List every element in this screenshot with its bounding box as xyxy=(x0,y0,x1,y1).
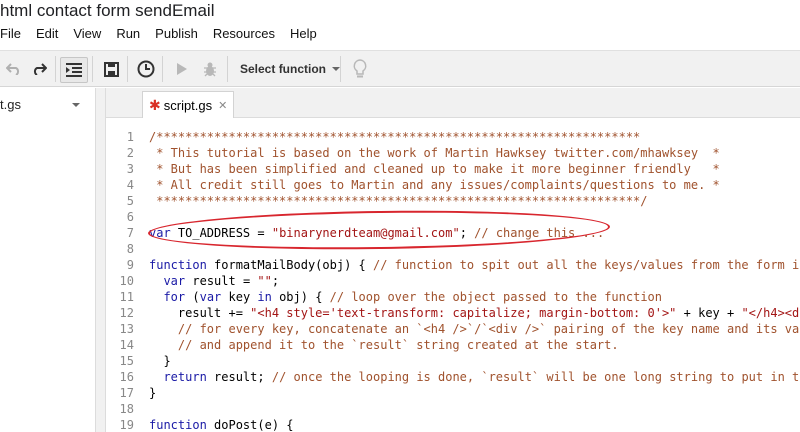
line-number: 8 xyxy=(126,242,134,256)
select-function-dropdown[interactable]: Select function xyxy=(232,57,348,81)
code-line[interactable]: // for every key, concatenate an `<h4 />… xyxy=(149,321,800,337)
tab-script-gs[interactable]: ✱ script.gs ✕ xyxy=(142,91,234,118)
tab-bar: ✱ script.gs ✕ xyxy=(106,88,800,118)
line-number: 1 xyxy=(126,130,134,144)
indent-button[interactable] xyxy=(60,57,88,83)
code-line[interactable]: } xyxy=(149,353,170,369)
code-line[interactable]: /***************************************… xyxy=(149,129,640,145)
toolbar-separator xyxy=(162,56,163,82)
play-icon xyxy=(177,63,187,75)
line-number: 7 xyxy=(126,226,134,240)
toolbar: Select function xyxy=(0,50,800,87)
save-button[interactable] xyxy=(100,57,122,81)
sidebar-file-script[interactable]: t.gs xyxy=(0,94,96,116)
execution-hints-button[interactable] xyxy=(348,57,372,81)
chevron-down-icon xyxy=(332,67,341,71)
line-number: 13 xyxy=(119,322,134,336)
line-number: 11 xyxy=(119,290,134,304)
menu-run[interactable]: Run xyxy=(116,26,140,44)
close-icon[interactable]: ✕ xyxy=(218,99,227,112)
undo-icon xyxy=(6,63,20,75)
window-title: html contact form sendEmail xyxy=(0,1,215,20)
menu-file[interactable]: File xyxy=(0,26,21,44)
code-line[interactable]: } xyxy=(149,385,156,401)
redo-button[interactable] xyxy=(28,57,50,81)
line-number: 10 xyxy=(119,274,134,288)
menu-publish[interactable]: Publish xyxy=(155,26,198,44)
save-icon xyxy=(103,61,119,77)
toolbar-separator xyxy=(92,56,93,82)
file-sidebar: t.gs xyxy=(0,88,96,432)
select-function-label: Select function xyxy=(240,62,327,76)
code-line[interactable]: // and append it to the `result` string … xyxy=(149,337,619,353)
debug-button[interactable] xyxy=(198,57,222,81)
line-number: 15 xyxy=(119,354,134,368)
line-number: 14 xyxy=(119,338,134,352)
line-number: 19 xyxy=(119,418,134,432)
line-number: 5 xyxy=(126,194,134,208)
clock-icon xyxy=(137,60,155,78)
unsaved-asterisk-icon: ✱ xyxy=(149,96,161,113)
menu-view[interactable]: View xyxy=(73,26,101,44)
line-number: 16 xyxy=(119,370,134,384)
run-button[interactable] xyxy=(172,57,192,81)
code-editor[interactable]: 1 2 3 4 5 6 7 8 9 10 11 12 13 14 15 16 17 18 19 /*********… xyxy=(106,118,800,432)
toolbar-separator xyxy=(340,56,341,82)
chevron-down-icon[interactable] xyxy=(72,103,80,107)
undo-button[interactable] xyxy=(3,57,25,81)
menu-help[interactable]: Help xyxy=(290,26,317,44)
line-number: 17 xyxy=(119,386,134,400)
sidebar-resize-handle[interactable] xyxy=(96,88,106,432)
tab-label: script.gs xyxy=(163,97,213,113)
toolbar-separator xyxy=(55,56,56,82)
code-line[interactable]: var result = ""; xyxy=(149,273,279,289)
indent-icon xyxy=(66,63,82,77)
code-line[interactable]: for (var key in obj) { // loop over the … xyxy=(149,289,662,305)
line-number: 3 xyxy=(126,162,134,176)
redo-icon xyxy=(33,63,47,75)
menu-resources[interactable]: Resources xyxy=(213,26,275,44)
line-number: 2 xyxy=(126,146,134,160)
code-line[interactable]: * This tutorial is based on the work of … xyxy=(149,145,720,161)
line-number: 4 xyxy=(126,178,134,192)
code-line[interactable]: function doPost(e) { xyxy=(149,417,294,432)
lightbulb-icon xyxy=(353,59,367,78)
code-line[interactable]: return result; // once the looping is do… xyxy=(149,369,800,385)
code-line[interactable]: ****************************************… xyxy=(149,193,647,209)
code-line[interactable]: * But has been simplified and cleaned up… xyxy=(149,161,720,177)
code-line[interactable]: function formatMailBody(obj) { // functi… xyxy=(149,257,800,273)
line-number: 12 xyxy=(119,306,134,320)
sidebar-file-label: t.gs xyxy=(0,97,21,112)
line-number: 18 xyxy=(119,402,134,416)
bug-icon xyxy=(204,62,216,77)
menu-bar: File Edit View Run Publish Resources Hel… xyxy=(0,26,332,44)
line-number: 6 xyxy=(126,210,134,224)
code-line[interactable]: * All credit still goes to Martin and an… xyxy=(149,177,720,193)
toolbar-separator xyxy=(227,56,228,82)
toolbar-separator xyxy=(127,56,128,82)
line-number: 9 xyxy=(126,258,134,272)
code-line[interactable]: result += "<h4 style='text-transform: ca… xyxy=(149,305,800,321)
menu-edit[interactable]: Edit xyxy=(36,26,58,44)
triggers-button[interactable] xyxy=(135,57,157,81)
